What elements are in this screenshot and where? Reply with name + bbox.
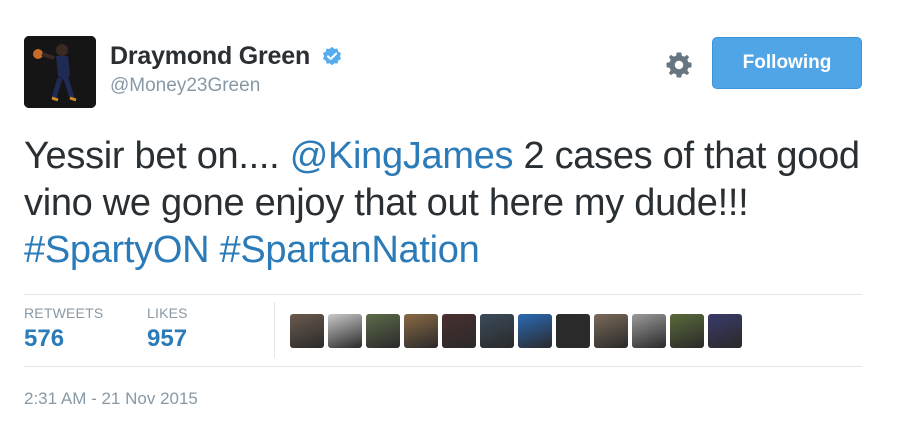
gear-icon[interactable] [664,50,694,80]
liker-avatar[interactable] [594,314,628,348]
tweet-text: Yessir bet on.... @KingJames 2 cases of … [24,133,884,274]
tweet-text-part: Yessir bet on.... [24,135,290,177]
verified-badge-icon [322,46,341,65]
stats-divider [274,302,275,358]
following-button[interactable]: Following [712,37,862,89]
author-name[interactable]: Draymond Green [110,42,310,71]
retweets-label: RETWEETS [24,305,104,321]
likes-label: LIKES [147,305,188,321]
likes-count: 957 [147,325,188,352]
hashtag-link[interactable]: #SpartanNation [220,229,480,271]
liker-avatar[interactable] [290,314,324,348]
divider [24,294,862,295]
liker-avatar[interactable] [518,314,552,348]
author-avatar[interactable] [24,36,96,108]
liker-avatar[interactable] [632,314,666,348]
liker-avatar[interactable] [328,314,362,348]
tweet-timestamp[interactable]: 2:31 AM - 21 Nov 2015 [24,389,198,409]
liker-avatar[interactable] [366,314,400,348]
liker-avatar[interactable] [708,314,742,348]
likes-stat[interactable]: LIKES 957 [147,305,188,353]
liker-avatar[interactable] [556,314,590,348]
author-info: Draymond Green @Money23Green [110,42,343,97]
retweets-count: 576 [24,325,65,352]
liker-avatars [290,314,742,348]
mention-link[interactable]: @KingJames [290,135,514,177]
divider [24,366,862,367]
tweet-text-space [209,229,219,271]
hashtag-link[interactable]: #SpartyON [24,229,210,271]
liker-avatar[interactable] [442,314,476,348]
liker-avatar[interactable] [480,314,514,348]
liker-avatar[interactable] [404,314,438,348]
author-handle[interactable]: @Money23Green [110,75,343,97]
retweets-stat[interactable]: RETWEETS 576 [24,305,103,353]
liker-avatar[interactable] [670,314,704,348]
player-avatar-icon [24,36,96,108]
